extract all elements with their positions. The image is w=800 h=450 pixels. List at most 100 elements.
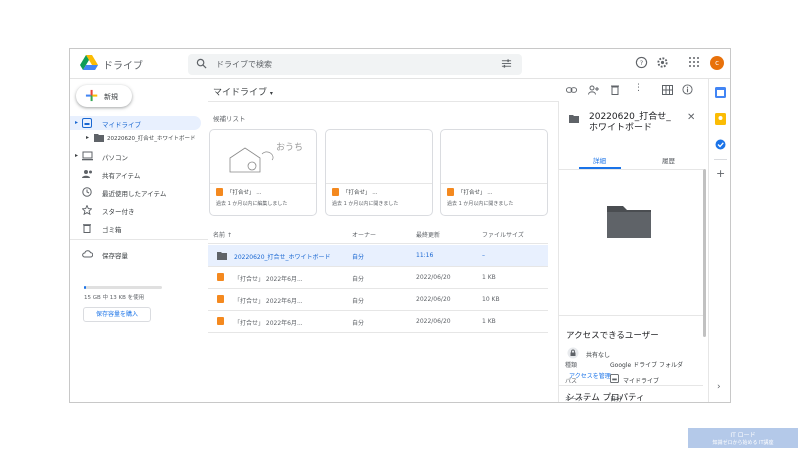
sidebar-divider bbox=[70, 239, 208, 240]
file-icon bbox=[217, 317, 224, 325]
close-icon[interactable]: ✕ bbox=[687, 112, 695, 123]
card-title: 「打合せ」 ... bbox=[343, 190, 378, 196]
folder-icon bbox=[217, 252, 227, 260]
trash-icon[interactable] bbox=[610, 84, 620, 95]
owner-label: オーナー bbox=[565, 396, 590, 403]
whiteboard-thumbnail: おうち bbox=[210, 130, 316, 184]
column-label: 名前 bbox=[213, 232, 226, 239]
main-content: マイドライブ ▾ 候補リスト おうち 「打合せ」 ... 過去 1 か月以内に編… bbox=[208, 79, 558, 402]
buy-storage-button[interactable]: 保存容量を購入 bbox=[83, 307, 151, 322]
type-value: Google ドライブ フォルダ bbox=[610, 362, 683, 369]
watermark-logo: IT ロード 知識ゼロから始める IT講座 bbox=[688, 428, 798, 448]
sidebar-item-computers[interactable]: ▸ パソコン bbox=[70, 149, 205, 163]
row-modified: 2022/06/20 bbox=[416, 318, 451, 325]
sidebar-item-shared[interactable]: 共有アイテム bbox=[70, 167, 205, 181]
row-size: 1 KB bbox=[482, 318, 496, 325]
apps-grid-icon[interactable] bbox=[688, 56, 700, 68]
table-row[interactable]: 「打合せ」 2022年6月... 自分 2022/06/20 1 KB bbox=[208, 267, 548, 289]
file-icon bbox=[216, 188, 223, 196]
share-person-add-icon[interactable] bbox=[588, 85, 599, 95]
storage-progress-fill bbox=[84, 286, 86, 289]
table-row[interactable]: 「打合せ」 2022年6月... 自分 2022/06/20 10 KB bbox=[208, 289, 548, 311]
sidebar-item-label: マイドライブ bbox=[102, 121, 141, 129]
expand-arrow-icon[interactable]: ▸ bbox=[86, 134, 89, 141]
sidebar-item-label: ゴミ箱 bbox=[102, 226, 122, 234]
expand-arrow-icon[interactable]: ▸ bbox=[75, 152, 78, 159]
row-name: 「打合せ」 2022年6月... bbox=[234, 276, 303, 283]
tasks-icon[interactable] bbox=[715, 139, 726, 150]
new-button[interactable]: 新規 bbox=[76, 85, 132, 107]
sidebar-item-my-drive[interactable]: ▸ マイドライブ bbox=[70, 116, 201, 130]
sidebar-item-label: 共有アイテム bbox=[102, 172, 141, 180]
suggested-card[interactable]: 「打合せ」 ... 過去 1 か月以内に開きました bbox=[440, 129, 548, 216]
breadcrumb-my-drive[interactable]: マイドライブ ▾ bbox=[213, 85, 273, 98]
search-input[interactable]: ドライブで検索 bbox=[216, 59, 272, 70]
row-owner: 自分 bbox=[352, 276, 365, 283]
grid-view-icon[interactable] bbox=[662, 85, 673, 95]
column-header-size[interactable]: ファイルサイズ bbox=[482, 230, 524, 239]
column-header-modified[interactable]: 最終更新 bbox=[416, 230, 440, 239]
details-divider bbox=[559, 315, 703, 316]
star-icon bbox=[82, 205, 92, 215]
type-label: 種類 bbox=[565, 362, 578, 369]
link-icon[interactable] bbox=[566, 85, 577, 95]
row-owner: 自分 bbox=[352, 320, 365, 327]
not-shared-text: 共有なし bbox=[586, 352, 611, 359]
sidebar-item-starred[interactable]: スター付き bbox=[70, 203, 205, 217]
tab-activity[interactable]: 履歴 bbox=[662, 155, 675, 165]
caret-down-icon: ▾ bbox=[269, 90, 273, 97]
sidebar-item-trash[interactable]: ゴミ箱 bbox=[70, 221, 205, 235]
sidebar: 新規 ▸ マイドライブ ▸ 20220620_打合せ_ホワイトボード ▸ パソコ… bbox=[70, 79, 208, 402]
expand-arrow-icon[interactable]: ▸ bbox=[75, 119, 78, 126]
file-thumbnail bbox=[441, 130, 547, 184]
search-icon[interactable] bbox=[196, 58, 207, 69]
header-divider bbox=[208, 101, 558, 102]
row-size: – bbox=[482, 252, 485, 259]
sidebar-item-recent[interactable]: 最近使用したアイテム bbox=[70, 185, 205, 199]
location-value[interactable]: マイドライブ bbox=[623, 376, 659, 385]
table-row[interactable]: 20220620_打合せ_ホワイトボード 自分 11:16 – bbox=[208, 245, 548, 267]
search-bar[interactable]: ドライブで検索 bbox=[188, 54, 522, 75]
svg-text:?: ? bbox=[640, 59, 643, 67]
sort-arrow-up-icon[interactable]: ↑ bbox=[227, 232, 232, 239]
column-header-owner[interactable]: オーナー bbox=[352, 230, 376, 239]
details-scrollbar[interactable] bbox=[703, 169, 706, 337]
file-icon bbox=[217, 295, 224, 303]
lock-icon bbox=[567, 347, 579, 359]
sidebar-item-label: 保存容量 bbox=[102, 252, 128, 260]
row-modified: 11:16 bbox=[416, 252, 434, 259]
help-icon[interactable]: ? bbox=[635, 56, 648, 69]
tab-details[interactable]: 詳細 bbox=[593, 155, 606, 165]
sidebar-item-storage[interactable]: 保存容量 bbox=[70, 247, 205, 261]
clock-icon bbox=[82, 187, 92, 197]
item-toolbar: ⋮ bbox=[558, 79, 702, 101]
file-icon bbox=[447, 188, 454, 196]
folder-icon bbox=[569, 115, 579, 123]
trash-icon bbox=[83, 224, 91, 233]
sidebar-item-label: スター付き bbox=[102, 208, 135, 216]
card-title: 「打合せ」 ... bbox=[458, 190, 493, 196]
folder-preview-icon bbox=[607, 206, 651, 238]
info-icon[interactable] bbox=[682, 84, 693, 95]
account-avatar[interactable]: c bbox=[710, 56, 724, 70]
calendar-icon[interactable] bbox=[715, 87, 726, 98]
suggested-section-title: 候補リスト bbox=[213, 115, 246, 123]
search-options-icon[interactable] bbox=[501, 58, 512, 69]
suggested-card[interactable]: おうち 「打合せ」 ... 過去 1 か月以内に編集しました bbox=[209, 129, 317, 216]
chevron-right-icon[interactable]: › bbox=[717, 382, 721, 392]
table-row[interactable]: 「打合せ」 2022年6月... 自分 2022/06/20 1 KB bbox=[208, 311, 548, 333]
row-size: 1 KB bbox=[482, 274, 496, 281]
watermark-line1: IT ロード bbox=[730, 432, 756, 439]
column-header-name[interactable]: 名前 ↑ bbox=[213, 230, 232, 239]
keep-icon[interactable] bbox=[715, 113, 726, 125]
sidebar-item-folder[interactable]: ▸ 20220620_打合せ_ホワイトボード bbox=[70, 131, 205, 145]
drive-logo-icon[interactable] bbox=[80, 55, 98, 71]
settings-gear-icon[interactable] bbox=[656, 56, 669, 69]
top-header: ドライブ ドライブで検索 ? c bbox=[70, 49, 730, 79]
storage-usage-text: 15 GB 中 13 KB を使用 bbox=[84, 295, 145, 301]
add-addon-plus-icon[interactable]: + bbox=[716, 167, 725, 180]
suggested-card[interactable]: 「打合せ」 ... 過去 1 か月以内に開きました bbox=[325, 129, 433, 216]
row-modified: 2022/06/20 bbox=[416, 296, 451, 303]
file-icon bbox=[217, 273, 224, 281]
more-vert-icon[interactable]: ⋮ bbox=[634, 83, 643, 93]
